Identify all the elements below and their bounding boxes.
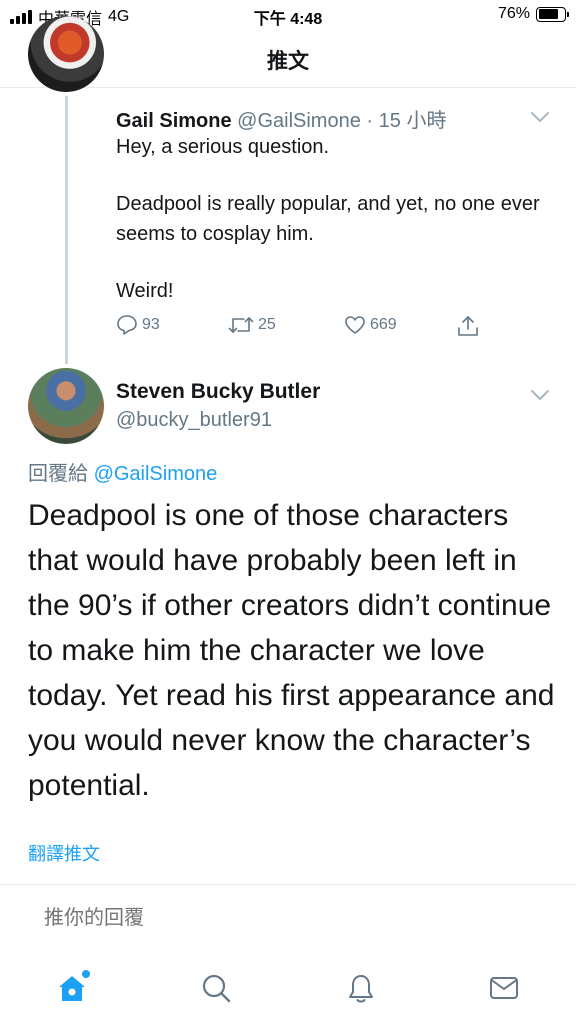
reply-text: Deadpool is one of those characters that… [28,499,555,802]
notifications-icon [349,975,373,1003]
tweet-header: Gail Simone @GailSimone · 15 小時 [116,104,446,133]
like-count: 669 [370,316,397,333]
reply-input[interactable] [44,907,524,930]
messages-icon [490,977,518,999]
original-tweet[interactable]: Gail Simone @GailSimone · 15 小時 Hey, a s… [0,90,576,360]
author-avatar[interactable] [28,16,104,92]
like-action[interactable]: 669 [344,314,397,336]
tweet-time: 15 小時 [378,110,447,132]
reply-author-avatar[interactable] [28,368,104,444]
tab-search[interactable] [196,968,236,1008]
tweet-text-line-1: Hey, a serious question. [116,136,330,158]
search-icon [202,974,231,1003]
tab-bar [0,954,576,1024]
separator-dot: · [366,110,374,132]
reply-author-handle[interactable]: @bucky_butler91 [116,409,272,432]
tweet-text-line-2: Deadpool is really popular, and yet, no … [116,193,540,245]
author-handle[interactable]: @GailSimone [237,110,361,132]
status-right: 76% [497,5,569,23]
retweet-count: 25 [258,316,276,333]
chevron-down-icon[interactable] [530,388,550,402]
tweet-actions: 93 25 669 [116,314,496,340]
tab-notifications[interactable] [341,968,381,1008]
tab-messages[interactable] [484,968,524,1008]
reply-composer [0,884,576,954]
reply-author-name[interactable]: Steven Bucky Butler [116,380,320,404]
share-icon [458,316,478,336]
battery-fill [538,9,558,19]
share-action[interactable] [456,314,480,338]
chevron-down-icon[interactable] [530,110,550,124]
tweet-text-line-3: Weird! [116,280,174,302]
translate-tweet-link[interactable]: 翻譯推文 [28,840,100,866]
heart-icon [345,316,365,334]
replying-to: 回覆給 @GailSimone [28,457,217,486]
battery-percent: 76% [497,5,530,22]
retweet-action[interactable]: 25 [228,314,276,336]
home-notification-dot [82,970,90,978]
replying-to-label: 回覆給 [28,463,88,485]
reply-count: 93 [142,316,160,333]
tab-home[interactable] [52,968,92,1008]
reply-icon [117,315,137,335]
reply-action[interactable]: 93 [116,314,160,336]
battery-icon [536,6,569,22]
author-name[interactable]: Gail Simone [116,110,232,132]
replying-to-handle-link[interactable]: @GailSimone [94,463,218,485]
retweet-icon [228,317,254,333]
